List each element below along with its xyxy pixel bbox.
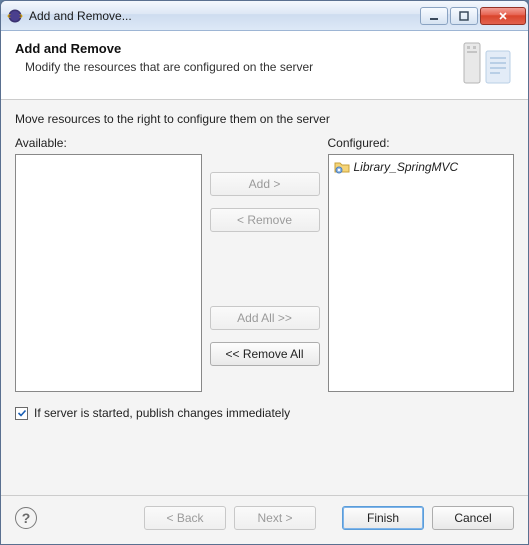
- instruction-text: Move resources to the right to configure…: [15, 112, 514, 126]
- banner-heading: Add and Remove: [15, 41, 458, 56]
- publish-checkbox-label: If server is started, publish changes im…: [34, 406, 290, 420]
- titlebar[interactable]: Add and Remove...: [1, 1, 528, 31]
- banner-subheading: Modify the resources that are configured…: [25, 60, 458, 74]
- remove-all-button[interactable]: << Remove All: [210, 342, 320, 366]
- project-icon: [334, 159, 350, 175]
- list-item-label: Library_SpringMVC: [354, 160, 459, 174]
- wizard-footer: ? < Back Next > Finish Cancel: [1, 495, 528, 544]
- close-button[interactable]: [480, 7, 526, 25]
- cancel-button[interactable]: Cancel: [432, 506, 514, 530]
- content-area: Move resources to the right to configure…: [1, 100, 528, 495]
- eclipse-icon: [7, 8, 23, 24]
- available-listbox[interactable]: [15, 154, 202, 392]
- add-button[interactable]: Add >: [210, 172, 320, 196]
- configured-listbox[interactable]: Library_SpringMVC: [328, 154, 515, 392]
- remove-button[interactable]: < Remove: [210, 208, 320, 232]
- next-button[interactable]: Next >: [234, 506, 316, 530]
- configured-label: Configured:: [328, 136, 515, 150]
- window-title: Add and Remove...: [29, 9, 420, 23]
- transfer-buttons: Add > < Remove Add All >> << Remove All: [210, 136, 320, 392]
- dialog-window: Add and Remove... Add and Remove Modify …: [0, 0, 529, 545]
- back-button[interactable]: < Back: [144, 506, 226, 530]
- help-icon[interactable]: ?: [15, 507, 37, 529]
- publish-checkbox[interactable]: [15, 407, 28, 420]
- server-icon: [458, 41, 514, 87]
- available-label: Available:: [15, 136, 202, 150]
- minimize-button[interactable]: [420, 7, 448, 25]
- finish-button[interactable]: Finish: [342, 506, 424, 530]
- wizard-banner: Add and Remove Modify the resources that…: [1, 31, 528, 100]
- add-all-button[interactable]: Add All >>: [210, 306, 320, 330]
- maximize-button[interactable]: [450, 7, 478, 25]
- window-buttons: [420, 7, 526, 25]
- list-item[interactable]: Library_SpringMVC: [332, 158, 511, 176]
